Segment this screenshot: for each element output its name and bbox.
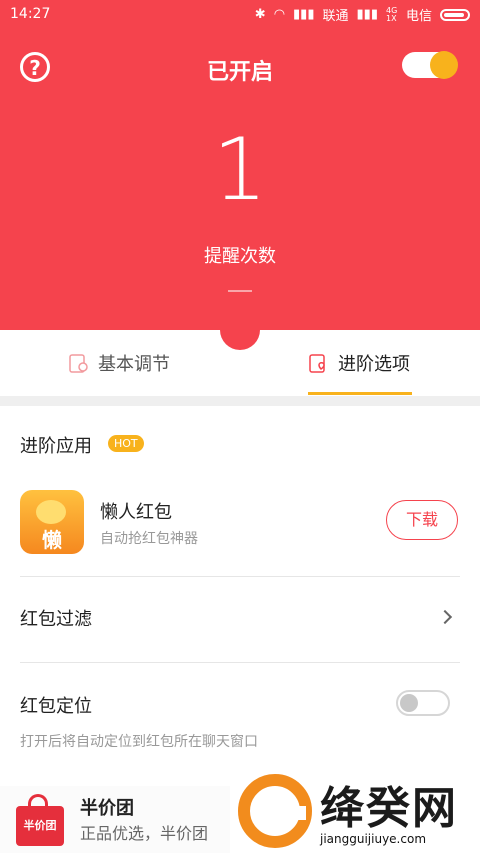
chevron-right-icon[interactable] [437, 609, 453, 625]
promo-title: 半价团 [80, 798, 134, 819]
status-time: 14:27 [10, 6, 51, 22]
signal2-icon: ▮▮▮ [356, 7, 378, 22]
heart-envelope-icon [309, 354, 325, 373]
bluetooth-icon: ✱ [254, 7, 266, 22]
hot-badge: HOT [108, 435, 144, 452]
battery-icon [440, 8, 470, 21]
app-icon[interactable]: 懒 [20, 490, 84, 554]
tab-advanced[interactable]: 进阶选项 [308, 350, 410, 376]
network-badge: 4G 1X [385, 5, 398, 23]
watermark-title: 绛癸网 [320, 783, 458, 834]
main-toggle[interactable] [402, 51, 458, 79]
watermark: 绛癸网 jiangguijiuye.com [232, 770, 480, 853]
locate-description: 打开后将自动定位到红包所在聊天窗口 [20, 734, 258, 750]
shopping-bag-icon: 半价团 [12, 794, 68, 848]
tab-basic[interactable]: 基本调节 [68, 350, 170, 376]
remind-count: 1 [212, 120, 268, 220]
tab-advanced-label: 进阶选项 [338, 354, 410, 375]
remind-count-label: 提醒次数 [204, 246, 276, 267]
app-name: 懒人红包 [100, 502, 172, 523]
carrier2-label: 电信 [405, 9, 432, 24]
promo-subtitle: 正品优选，半价团 [80, 824, 209, 843]
status-right: ✱ ◠ ▮▮▮ 联通 ▮▮▮ 4G 1X 电信 [255, 5, 470, 24]
app-description: 自动抢红包神器 [100, 531, 198, 547]
settings-envelope-icon [69, 354, 88, 373]
status-bar: 14:27 ✱ ◠ ▮▮▮ 联通 ▮▮▮ 4G 1X 电信 [0, 0, 480, 30]
filter-row-label[interactable]: 红包过滤 [20, 605, 92, 631]
carrier1-label: 联通 [322, 9, 349, 24]
locate-toggle[interactable] [396, 690, 450, 716]
watermark-url: jiangguijiuye.com [320, 832, 427, 846]
row-divider [20, 662, 460, 663]
app-icon-glyph: 懒 [42, 528, 62, 552]
section-divider [0, 396, 480, 406]
tab-basic-label: 基本调节 [98, 354, 170, 375]
coin-icon [36, 500, 66, 524]
locate-row-label: 红包定位 [20, 696, 92, 717]
toggle-knob [400, 694, 418, 712]
hero-divider [228, 290, 252, 292]
download-button[interactable]: 下载 [386, 500, 458, 540]
promo-icon-text: 半价团 [23, 819, 57, 832]
signal-icon: ▮▮▮ [293, 7, 315, 22]
wifi-icon: ◠ [273, 7, 286, 22]
row-divider [20, 576, 460, 577]
watermark-logo-icon [238, 774, 312, 848]
active-tab-indicator [308, 392, 412, 395]
toggle-knob [430, 51, 458, 79]
hero-header: ? 已开启 1 提醒次数 [0, 30, 480, 330]
section-title: 进阶应用 [20, 436, 92, 457]
